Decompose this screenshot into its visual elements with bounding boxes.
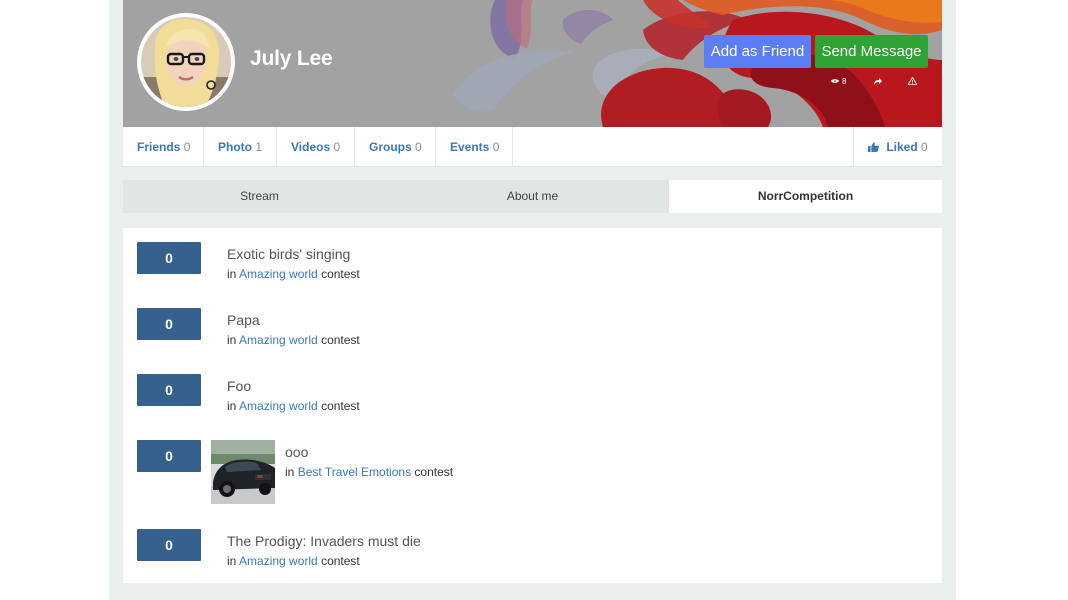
contest-entry-list: 0 Exotic birds' singing in Amazing world… [123, 228, 942, 583]
tab-norr-competition[interactable]: NorrCompetition [669, 180, 942, 213]
count-videos-value: 0 [333, 140, 341, 154]
entry-meta: in Amazing world contest [227, 267, 360, 281]
entry-thumbnail[interactable] [211, 440, 275, 504]
liked-button[interactable]: Liked 0 [853, 127, 942, 166]
entry-in-text: in [227, 399, 237, 413]
tab-stream[interactable]: Stream [123, 180, 396, 213]
count-friends[interactable]: Friends 0 [123, 127, 204, 166]
eye-icon [831, 79, 839, 83]
entry-in-text: in [285, 465, 295, 479]
entry-title[interactable]: ooo [285, 444, 308, 460]
entry-meta: in Amazing world contest [227, 554, 360, 568]
add-friend-button[interactable]: Add as Friend [704, 35, 811, 68]
count-groups-label: Groups [369, 140, 412, 154]
count-photo[interactable]: Photo 1 [204, 127, 277, 166]
count-photo-label: Photo [218, 140, 252, 154]
count-videos-label: Videos [291, 140, 331, 154]
contest-link[interactable]: Amazing world [239, 333, 318, 347]
entry-in-text: in [227, 267, 237, 281]
share-icon [874, 77, 882, 85]
entry-in-text: in [227, 333, 237, 347]
profile-avatar[interactable] [137, 13, 235, 111]
vote-button[interactable]: 0 [137, 374, 201, 406]
count-videos[interactable]: Videos 0 [277, 127, 355, 166]
vote-button[interactable]: 0 [137, 529, 201, 561]
vote-button[interactable]: 0 [137, 242, 201, 274]
profile-tabs: Stream About me NorrCompetition [123, 180, 942, 213]
entry-contest-suffix: contest [321, 399, 360, 413]
count-events[interactable]: Events 0 [436, 127, 513, 166]
count-groups[interactable]: Groups 0 [355, 127, 436, 166]
entry-title[interactable]: Papa [227, 312, 260, 328]
report-button[interactable] [908, 74, 920, 88]
count-groups-value: 0 [415, 140, 422, 154]
contest-link[interactable]: Amazing world [239, 554, 318, 568]
profile-cover: July Lee Add as Friend Send Message 8 [123, 0, 942, 127]
entry-title[interactable]: Exotic birds' singing [227, 246, 350, 262]
views-counter: 8 [831, 74, 846, 88]
share-button[interactable] [874, 74, 885, 88]
entry-meta: in Amazing world contest [227, 333, 360, 347]
count-events-value: 0 [492, 140, 500, 154]
entry-contest-suffix: contest [321, 554, 360, 568]
warning-icon [908, 77, 917, 85]
profile-counts-bar: Friends 0 Photo 1 Videos 0 Groups 0 Even… [123, 127, 942, 167]
liked-label: Liked [886, 140, 918, 154]
entry-contest-suffix: contest [321, 267, 360, 281]
count-friends-value: 0 [183, 140, 191, 154]
contest-link[interactable]: Amazing world [239, 399, 318, 413]
avatar-photo [141, 17, 231, 107]
contest-link[interactable]: Best Travel Emotions [298, 465, 411, 479]
profile-page: July Lee Add as Friend Send Message 8 Fr… [109, 0, 956, 600]
tab-about-me[interactable]: About me [396, 180, 669, 213]
thumbs-up-icon [868, 142, 879, 152]
views-count: 8 [842, 76, 847, 86]
count-photo-value: 1 [255, 140, 263, 154]
entry-meta: in Amazing world contest [227, 399, 360, 413]
contest-link[interactable]: Amazing world [239, 267, 318, 281]
profile-name: July Lee [250, 47, 333, 70]
count-friends-label: Friends [137, 140, 181, 154]
entry-meta: in Best Travel Emotions contest [285, 465, 453, 479]
entry-title[interactable]: The Prodigy: Invaders must die [227, 533, 421, 549]
car-photo [211, 440, 275, 504]
send-message-button[interactable]: Send Message [815, 35, 928, 68]
entry-contest-suffix: contest [414, 465, 454, 479]
count-events-label: Events [450, 140, 490, 154]
entry-contest-suffix: contest [321, 333, 360, 347]
entry-in-text: in [227, 554, 237, 568]
vote-button[interactable]: 0 [137, 308, 201, 340]
vote-button[interactable]: 0 [137, 440, 201, 472]
liked-value: 0 [921, 140, 928, 154]
entry-title[interactable]: Foo [227, 378, 251, 394]
